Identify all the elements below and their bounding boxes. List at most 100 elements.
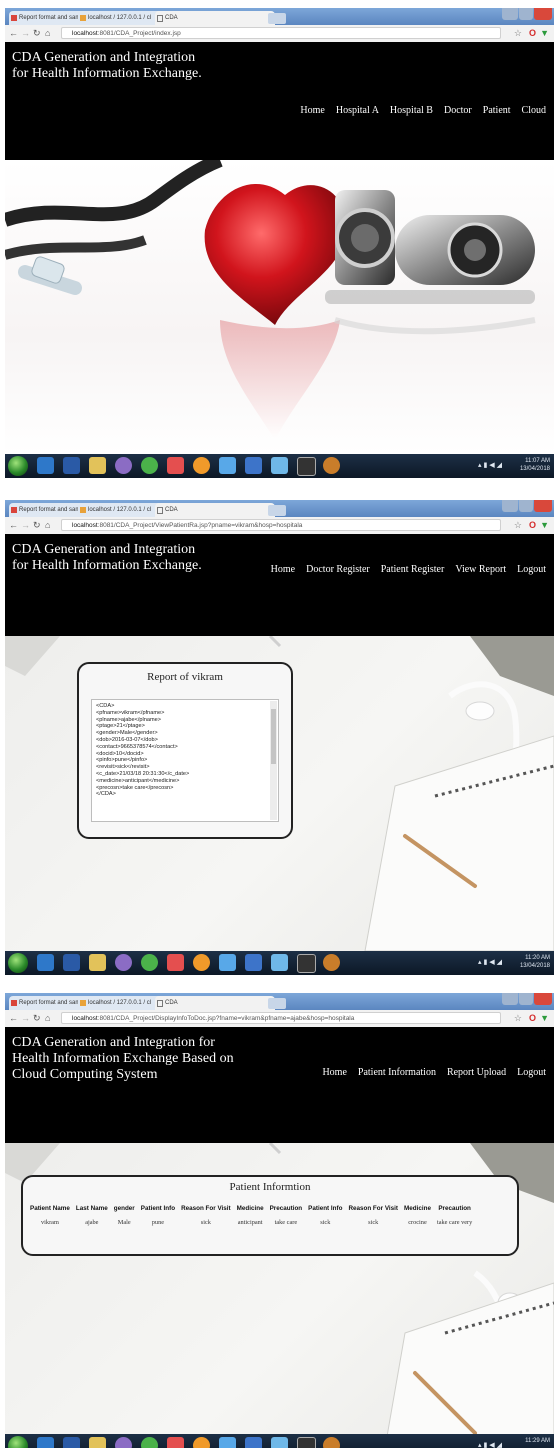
cmd-icon[interactable] <box>297 457 316 476</box>
chrome-icon[interactable] <box>141 457 158 474</box>
ie-icon[interactable] <box>37 457 54 474</box>
nav-doctor-register[interactable]: Doctor Register <box>306 564 370 575</box>
explorer-icon[interactable] <box>219 954 236 971</box>
tab-report-format[interactable]: Report format and sam× <box>9 11 87 25</box>
minimize-button[interactable] <box>502 993 518 1005</box>
new-tab-button[interactable] <box>268 13 286 24</box>
minimize-button[interactable] <box>502 500 518 512</box>
url-input[interactable]: localhost:8081/CDA_Project/index.jsp <box>61 27 501 39</box>
nav-patient-information[interactable]: Patient Information <box>358 1067 436 1078</box>
nav-logout[interactable]: Logout <box>517 564 546 575</box>
minimize-button[interactable] <box>502 8 518 20</box>
netbeans-icon[interactable] <box>271 954 288 971</box>
cmd-icon[interactable] <box>297 1437 316 1448</box>
tomcat-icon[interactable] <box>323 954 340 971</box>
home-icon[interactable]: ⌂ <box>45 520 50 530</box>
word-icon[interactable] <box>245 457 262 474</box>
media-icon[interactable] <box>63 954 80 971</box>
nav-home[interactable]: Home <box>300 105 324 116</box>
shield-icon[interactable]: ▼ <box>540 520 549 530</box>
explorer-icon[interactable] <box>219 1437 236 1448</box>
tab-cda[interactable]: CDA× <box>155 503 275 517</box>
back-icon[interactable]: ← <box>9 1013 18 1023</box>
explorer-icon[interactable] <box>219 457 236 474</box>
back-icon[interactable]: ← <box>9 28 18 38</box>
nav-view-report[interactable]: View Report <box>455 564 506 575</box>
tab-cda[interactable]: CDA× <box>155 996 275 1010</box>
chrome-icon[interactable] <box>141 1437 158 1448</box>
star-icon[interactable]: ☆ <box>514 28 522 39</box>
folder-icon[interactable] <box>89 954 106 971</box>
app-icon[interactable] <box>115 457 132 474</box>
home-icon[interactable]: ⌂ <box>45 28 50 38</box>
close-window-button[interactable] <box>534 993 552 1005</box>
system-clock[interactable]: 11:29 AM <box>525 1437 550 1445</box>
forward-icon[interactable]: → <box>21 1013 30 1023</box>
tomcat-icon[interactable] <box>323 457 340 474</box>
reload-icon[interactable]: ↻ <box>33 520 41 531</box>
tab-localhost-phpmyadmin[interactable]: localhost / 127.0.0.1 / cl× <box>78 11 164 25</box>
maximize-button[interactable] <box>519 993 533 1005</box>
media-icon[interactable] <box>63 1437 80 1448</box>
tab-localhost-phpmyadmin[interactable]: localhost / 127.0.0.1 / cl× <box>78 996 164 1010</box>
network-icon[interactable]: ▴ ▮ ◀ ◢ <box>478 958 502 966</box>
app-icon[interactable] <box>115 1437 132 1448</box>
tab-report-format[interactable]: Report format and sam× <box>9 996 87 1010</box>
report-xml-textarea[interactable]: <CDA> <pfname>vikram</pfname> <plname>aj… <box>91 699 279 822</box>
opera-taskbar-icon[interactable] <box>167 1437 184 1448</box>
nav-home[interactable]: Home <box>271 564 295 575</box>
reload-icon[interactable]: ↻ <box>33 28 41 39</box>
new-tab-button[interactable] <box>268 505 286 516</box>
nav-home[interactable]: Home <box>322 1067 346 1078</box>
nav-patient-register[interactable]: Patient Register <box>381 564 445 575</box>
start-button[interactable] <box>8 456 28 476</box>
opera-taskbar-icon[interactable] <box>167 457 184 474</box>
tab-cda[interactable]: CDA× <box>155 11 275 25</box>
reload-icon[interactable]: ↻ <box>33 1013 41 1024</box>
nav-logout[interactable]: Logout <box>517 1067 546 1078</box>
opera-taskbar-icon[interactable] <box>167 954 184 971</box>
start-button[interactable] <box>8 953 28 973</box>
word-icon[interactable] <box>245 954 262 971</box>
forward-icon[interactable]: → <box>21 28 30 38</box>
start-button[interactable] <box>8 1436 28 1448</box>
system-clock[interactable]: 11:20 AM 13/04/2018 <box>520 954 550 970</box>
tomcat-icon[interactable] <box>323 1437 340 1448</box>
opera-icon[interactable]: O <box>529 1013 536 1023</box>
app-icon[interactable] <box>115 954 132 971</box>
shield-icon[interactable]: ▼ <box>540 1013 549 1023</box>
maximize-button[interactable] <box>519 500 533 512</box>
netbeans-icon[interactable] <box>271 457 288 474</box>
media-icon[interactable] <box>63 457 80 474</box>
chrome-icon[interactable] <box>141 954 158 971</box>
home-icon[interactable]: ⌂ <box>45 1013 50 1023</box>
folder-icon[interactable] <box>89 1437 106 1448</box>
textarea-scrollbar[interactable] <box>270 701 277 820</box>
nav-doctor[interactable]: Doctor <box>444 105 472 116</box>
shield-icon[interactable]: ▼ <box>540 28 549 38</box>
maximize-button[interactable] <box>519 8 533 20</box>
nav-hospital-a[interactable]: Hospital A <box>336 105 379 116</box>
netbeans-icon[interactable] <box>271 1437 288 1448</box>
cmd-icon[interactable] <box>297 954 316 973</box>
forward-icon[interactable]: → <box>21 520 30 530</box>
tab-localhost-phpmyadmin[interactable]: localhost / 127.0.0.1 / cl× <box>78 503 164 517</box>
firefox-icon[interactable] <box>193 954 210 971</box>
ie-icon[interactable] <box>37 1437 54 1448</box>
opera-icon[interactable]: O <box>529 520 536 530</box>
firefox-icon[interactable] <box>193 457 210 474</box>
url-input[interactable]: localhost:8081/CDA_Project/DisplayInfoTo… <box>61 1012 501 1024</box>
nav-report-upload[interactable]: Report Upload <box>447 1067 506 1078</box>
opera-icon[interactable]: O <box>529 28 536 38</box>
nav-hospital-b[interactable]: Hospital B <box>390 105 433 116</box>
back-icon[interactable]: ← <box>9 520 18 530</box>
close-window-button[interactable] <box>534 500 552 512</box>
network-icon[interactable]: ▴ ▮ ◀ ◢ <box>478 1441 502 1448</box>
scroll-thumb[interactable] <box>271 709 276 764</box>
ie-icon[interactable] <box>37 954 54 971</box>
star-icon[interactable]: ☆ <box>514 520 522 531</box>
system-clock[interactable]: 11:07 AM 13/04/2018 <box>520 457 550 473</box>
nav-patient[interactable]: Patient <box>483 105 511 116</box>
network-icon[interactable]: ▴ ▮ ◀ ◢ <box>478 461 502 469</box>
close-window-button[interactable] <box>534 8 552 20</box>
